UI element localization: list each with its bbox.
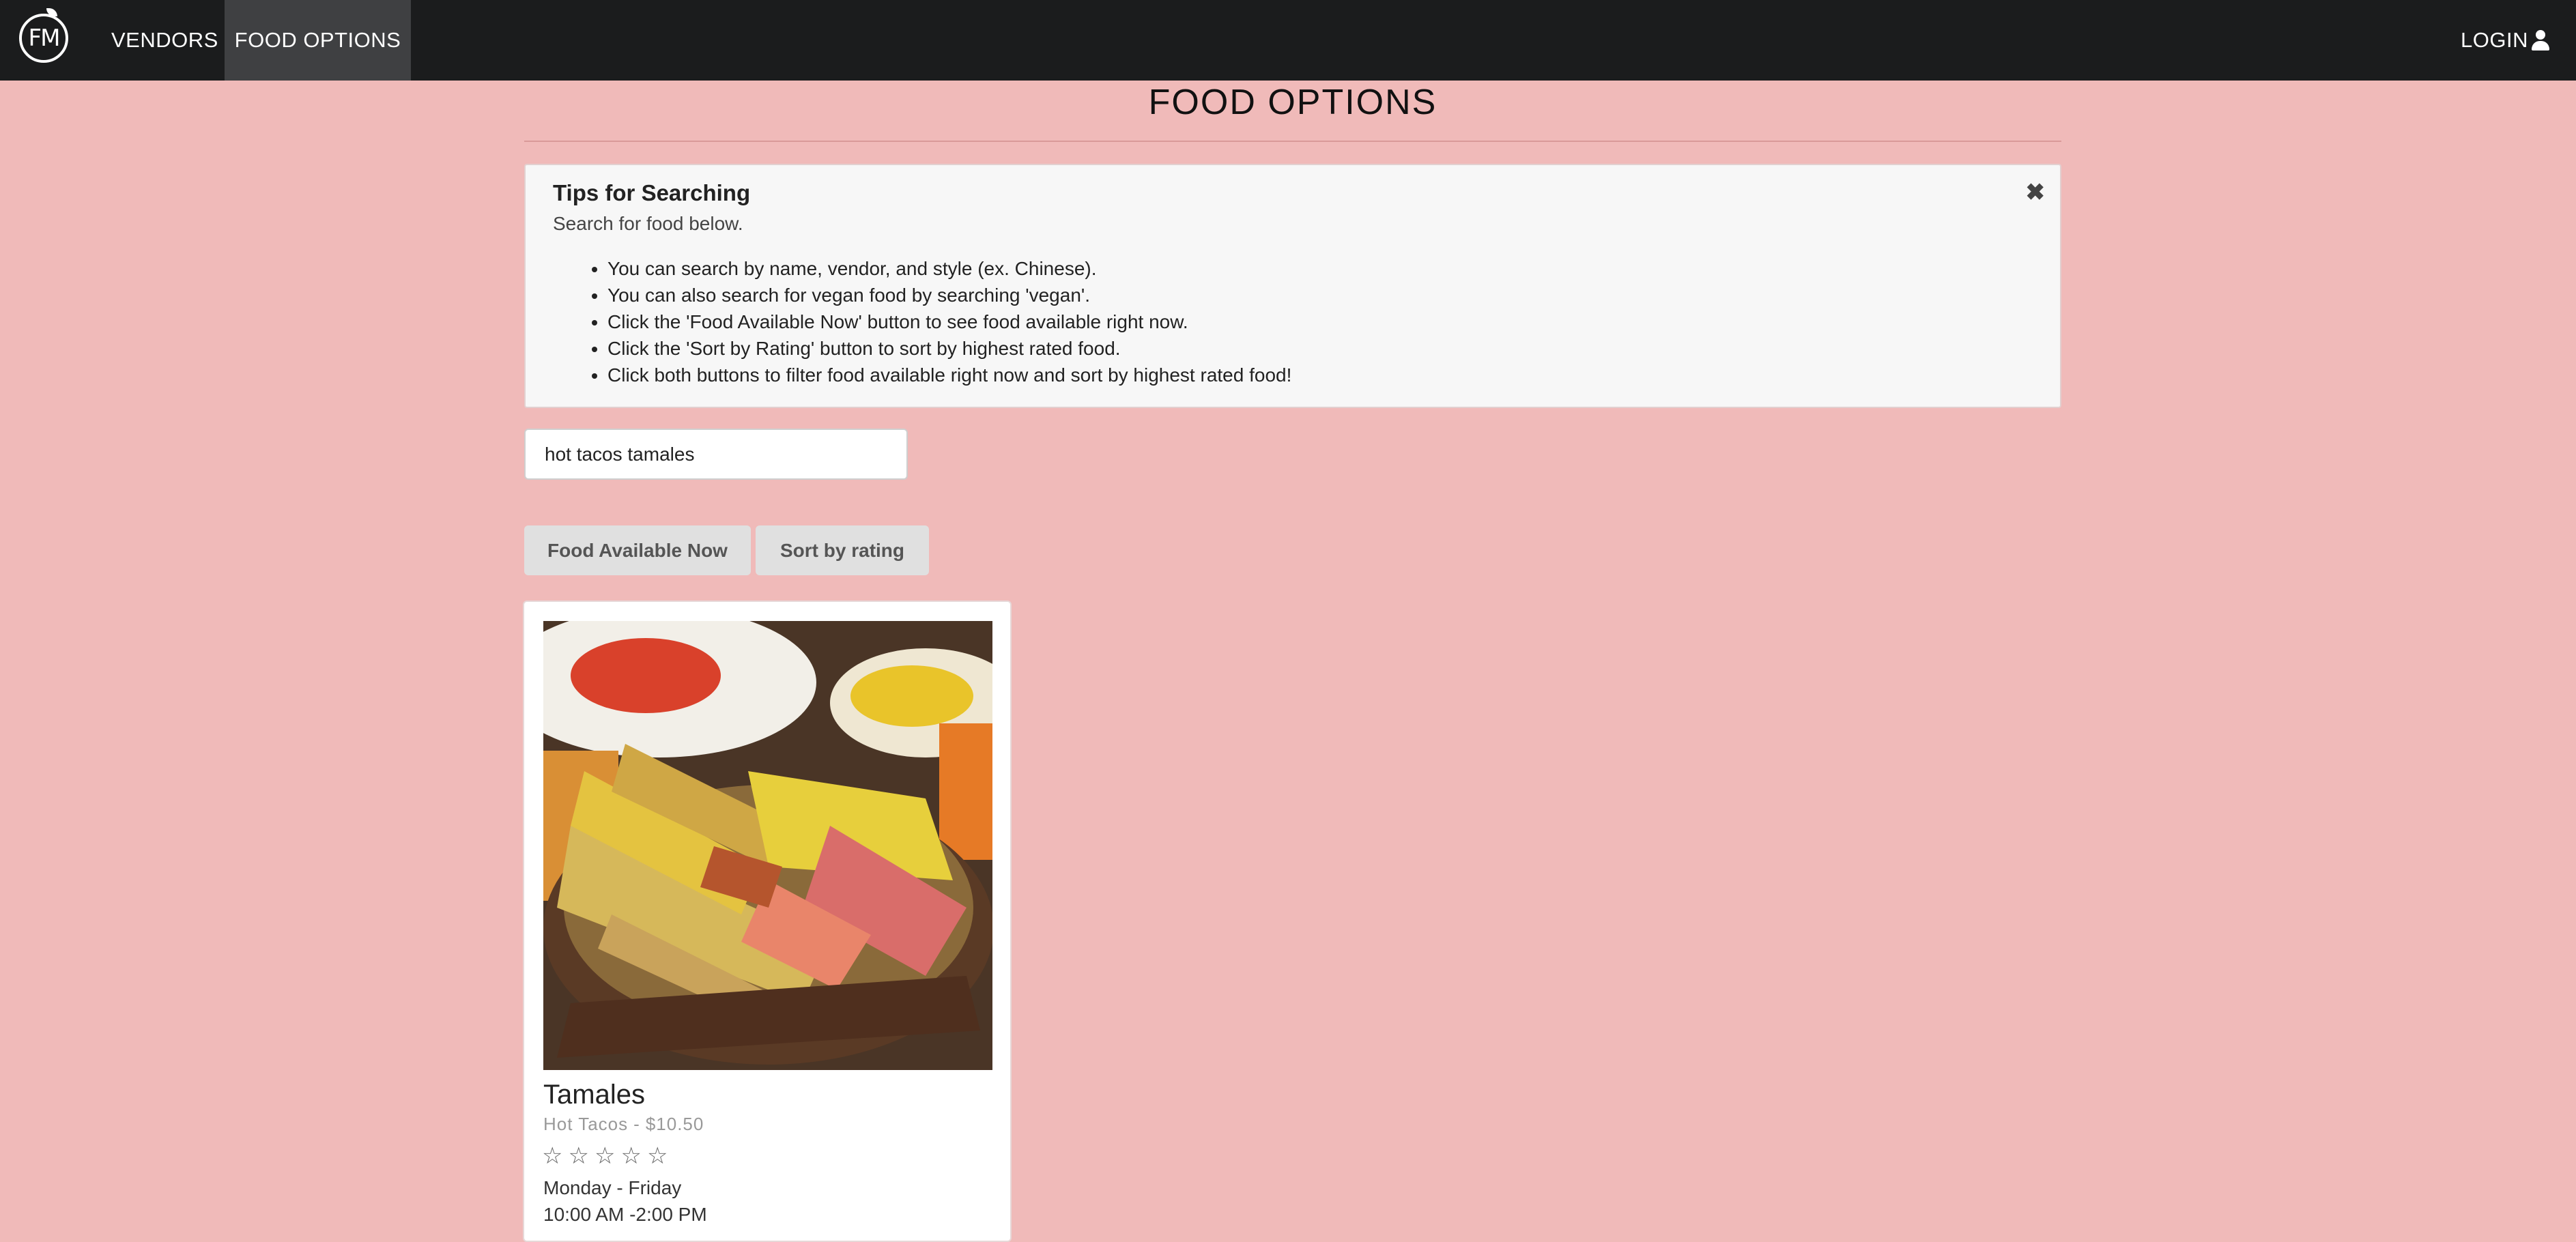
food-name: Tamales: [543, 1080, 645, 1110]
vendor-name: Hot Tacos: [543, 1114, 629, 1134]
page-title: FOOD OPTIONS: [1148, 83, 1437, 122]
tips-message: Tips for Searching Search for food below…: [524, 164, 2061, 408]
user-icon: [2531, 30, 2550, 50]
tip-item: Click the 'Food Available Now' button to…: [607, 308, 1291, 335]
star-icon[interactable]: ☆: [620, 1144, 641, 1168]
rating-stars[interactable]: ☆ ☆ ☆ ☆ ☆: [542, 1144, 668, 1168]
nav-food-options-link[interactable]: FOOD OPTIONS: [225, 0, 411, 81]
navbar: FM VENDORS FOOD OPTIONS LOGIN: [0, 0, 2576, 81]
tips-subtitle: Search for food below.: [553, 213, 743, 234]
title-divider: [524, 141, 2061, 142]
login-link[interactable]: LOGIN: [2461, 0, 2550, 81]
login-label: LOGIN: [2461, 28, 2528, 52]
food-card[interactable]: Tamales Hot Tacos - $10.50 ☆ ☆ ☆ ☆ ☆ Monda…: [523, 601, 1012, 1242]
star-icon[interactable]: ☆: [595, 1144, 615, 1168]
logo-icon[interactable]: FM: [19, 8, 68, 63]
tip-item: Click both buttons to filter food availa…: [607, 362, 1291, 388]
logo-text: FM: [28, 25, 61, 52]
food-image: [543, 621, 992, 1070]
food-vendor-price: Hot Tacos - $10.50: [543, 1114, 704, 1134]
available-days: Monday - Friday: [543, 1177, 682, 1198]
star-icon[interactable]: ☆: [647, 1144, 668, 1168]
food-price: $10.50: [645, 1114, 704, 1134]
star-icon[interactable]: ☆: [568, 1144, 588, 1168]
tip-item: Click the 'Sort by Rating' button to sor…: [607, 335, 1291, 362]
tips-title: Tips for Searching: [553, 180, 751, 205]
close-icon[interactable]: ✖: [2026, 179, 2046, 206]
available-hours: 10:00 AM -2:00 PM: [543, 1204, 707, 1225]
food-available-now-button[interactable]: Food Available Now: [524, 525, 751, 575]
sort-by-rating-button[interactable]: Sort by rating: [756, 525, 929, 575]
nav-vendors-link[interactable]: VENDORS: [111, 0, 218, 81]
tip-item: You can also search for vegan food by se…: [607, 282, 1291, 308]
tip-item: You can search by name, vendor, and styl…: [607, 255, 1291, 282]
search-input[interactable]: [524, 429, 908, 480]
star-icon[interactable]: ☆: [542, 1144, 562, 1168]
tips-list: You can search by name, vendor, and styl…: [580, 255, 1291, 388]
